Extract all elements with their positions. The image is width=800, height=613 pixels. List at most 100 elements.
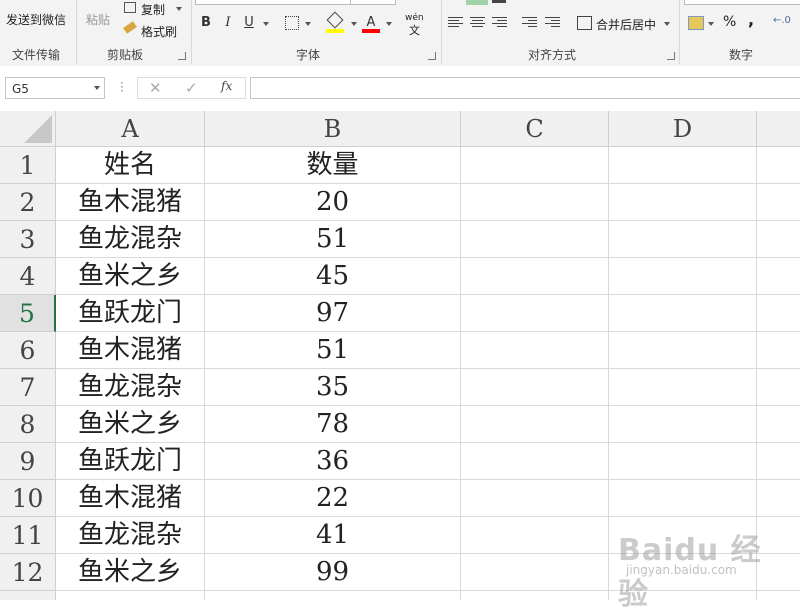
- middle-align-swatch[interactable]: [492, 0, 506, 3]
- top-align-swatch[interactable]: [466, 0, 488, 5]
- cell-name[interactable]: 鱼木混猪: [56, 480, 205, 517]
- cell-empty[interactable]: [461, 443, 609, 480]
- cell-name[interactable]: 鱼龙混杂: [56, 221, 205, 258]
- merge-center-button[interactable]: 合并后居中: [596, 16, 656, 33]
- cell-quantity[interactable]: 41: [205, 517, 461, 554]
- cell-empty[interactable]: [461, 184, 609, 221]
- cell-empty[interactable]: [609, 221, 757, 258]
- cell-empty[interactable]: [461, 332, 609, 369]
- cell-empty[interactable]: [757, 258, 800, 295]
- insert-function-icon[interactable]: fx: [221, 79, 232, 93]
- column-header-c[interactable]: C: [461, 111, 609, 147]
- increase-indent-icon[interactable]: [545, 17, 560, 29]
- cell-empty[interactable]: [461, 369, 609, 406]
- increase-decimal-icon[interactable]: ←.0: [773, 15, 791, 26]
- row-header[interactable]: 3: [0, 221, 56, 258]
- cell-quantity[interactable]: 51: [205, 221, 461, 258]
- column-header-a[interactable]: A: [56, 111, 205, 147]
- font-color-dropdown-icon[interactable]: [386, 22, 392, 26]
- cell-empty[interactable]: [757, 295, 800, 332]
- accounting-format-icon[interactable]: [688, 16, 704, 30]
- copy-button[interactable]: 复制: [141, 1, 165, 18]
- cell-empty[interactable]: [757, 480, 800, 517]
- cell-quantity[interactable]: 99: [205, 554, 461, 591]
- row-header[interactable]: 2: [0, 184, 56, 221]
- underline-dropdown-icon[interactable]: [263, 22, 269, 26]
- border-icon[interactable]: [285, 16, 299, 30]
- cell-empty[interactable]: [609, 332, 757, 369]
- cell-empty[interactable]: [461, 295, 609, 332]
- font-launcher-icon[interactable]: [428, 52, 436, 60]
- fill-color-dropdown-icon[interactable]: [351, 22, 357, 26]
- cell-empty[interactable]: [609, 443, 757, 480]
- row-header[interactable]: 11: [0, 517, 56, 554]
- clipboard-launcher-icon[interactable]: [178, 52, 186, 60]
- row-header[interactable]: 10: [0, 480, 56, 517]
- copy-dropdown-icon[interactable]: [176, 7, 182, 11]
- row-header[interactable]: 9: [0, 443, 56, 480]
- cell-quantity[interactable]: 51: [205, 332, 461, 369]
- cell-name[interactable]: 鱼米之乡: [56, 406, 205, 443]
- italic-button[interactable]: I: [222, 13, 234, 33]
- format-painter-button[interactable]: 格式刷: [141, 23, 177, 40]
- align-center-icon[interactable]: [470, 17, 485, 29]
- cell-empty[interactable]: [609, 369, 757, 406]
- row-header[interactable]: 1: [0, 147, 56, 184]
- cell-empty[interactable]: [609, 480, 757, 517]
- cell-empty[interactable]: [609, 295, 757, 332]
- cell-quantity[interactable]: 78: [205, 406, 461, 443]
- align-right-icon[interactable]: [492, 17, 507, 29]
- cell-name[interactable]: 鱼米之乡: [56, 554, 205, 591]
- cell-name[interactable]: 姓名: [56, 147, 205, 184]
- cell-quantity[interactable]: 97: [205, 295, 461, 332]
- cell-empty[interactable]: [757, 147, 800, 184]
- cell-empty[interactable]: [609, 258, 757, 295]
- cell-quantity[interactable]: 20: [205, 184, 461, 221]
- cell-empty[interactable]: [609, 406, 757, 443]
- cell-empty[interactable]: [757, 184, 800, 221]
- name-box[interactable]: G5: [5, 77, 105, 99]
- font-size-box[interactable]: [350, 0, 396, 5]
- fill-color-icon[interactable]: [326, 11, 344, 29]
- select-all-corner[interactable]: [0, 111, 56, 147]
- cell-empty[interactable]: [461, 258, 609, 295]
- paste-button[interactable]: 粘贴: [86, 11, 110, 28]
- cell-empty[interactable]: [757, 406, 800, 443]
- cell-empty[interactable]: [757, 443, 800, 480]
- underline-button[interactable]: U: [243, 13, 255, 33]
- cell-empty[interactable]: [461, 554, 609, 591]
- cell-empty[interactable]: [205, 591, 461, 600]
- cell-name[interactable]: 鱼木混猪: [56, 332, 205, 369]
- cell-name[interactable]: 鱼龙混杂: [56, 369, 205, 406]
- row-header[interactable]: [0, 591, 56, 600]
- row-header[interactable]: 6: [0, 332, 56, 369]
- send-to-wechat-button[interactable]: 发送到微信: [6, 11, 66, 28]
- enter-icon[interactable]: ✓: [185, 79, 198, 97]
- cell-name[interactable]: 鱼米之乡: [56, 258, 205, 295]
- align-left-icon[interactable]: [448, 17, 463, 29]
- alignment-launcher-icon[interactable]: [667, 52, 675, 60]
- font-name-box[interactable]: [195, 0, 352, 5]
- cell-empty[interactable]: [609, 184, 757, 221]
- cell-empty[interactable]: [461, 480, 609, 517]
- cell-quantity[interactable]: 22: [205, 480, 461, 517]
- cell-empty[interactable]: [609, 147, 757, 184]
- cell-empty[interactable]: [757, 369, 800, 406]
- name-box-dropdown-icon[interactable]: [94, 86, 100, 90]
- cell-name[interactable]: 鱼跃龙门: [56, 295, 205, 332]
- cell-quantity[interactable]: 36: [205, 443, 461, 480]
- row-header[interactable]: 12: [0, 554, 56, 591]
- row-header[interactable]: 4: [0, 258, 56, 295]
- cell-empty[interactable]: [757, 332, 800, 369]
- merge-center-dropdown-icon[interactable]: [664, 22, 670, 26]
- comma-button[interactable]: ,: [748, 10, 754, 29]
- cell-empty[interactable]: [461, 517, 609, 554]
- column-header-e[interactable]: [757, 111, 800, 147]
- formula-bar-options-icon[interactable]: · · ·: [120, 77, 124, 97]
- formula-input[interactable]: [250, 77, 800, 99]
- row-header-selected[interactable]: 5: [0, 295, 56, 332]
- column-header-d[interactable]: D: [609, 111, 757, 147]
- cancel-icon[interactable]: ✕: [149, 79, 162, 97]
- cell-quantity[interactable]: 35: [205, 369, 461, 406]
- cell-name[interactable]: 鱼跃龙门: [56, 443, 205, 480]
